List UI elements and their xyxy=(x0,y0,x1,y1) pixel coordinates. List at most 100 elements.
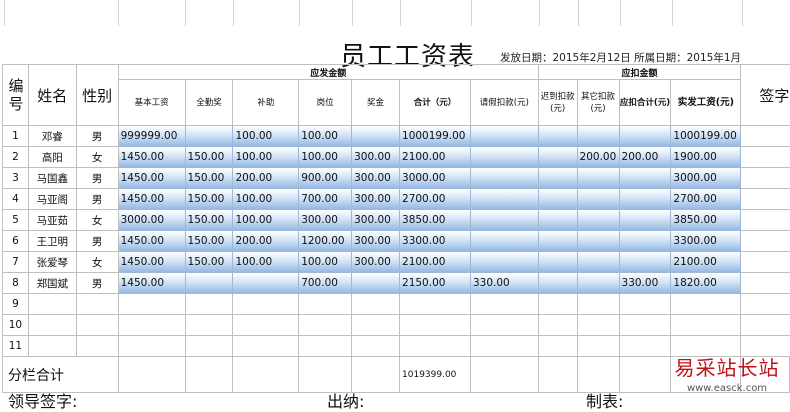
cell-name: 马亚阁 xyxy=(27,188,77,210)
header-deduct-total: 应扣合计(元) xyxy=(618,79,672,126)
cell-net: 2700.00 xyxy=(670,188,742,210)
cell-name: 高阳 xyxy=(27,146,77,168)
cell-gender: 女 xyxy=(75,251,119,273)
cell-no: 11 xyxy=(2,335,29,357)
cell-gender: 男 xyxy=(75,272,119,294)
cell-bonus: 300.00 xyxy=(351,167,401,189)
cell-base: 1450.00 xyxy=(117,146,186,168)
cell-leave xyxy=(469,125,539,147)
cell-base: 3000.00 xyxy=(117,209,186,231)
cell-bonus: 300.00 xyxy=(351,146,401,168)
cell-attendance: 150.00 xyxy=(184,188,234,210)
cell-late xyxy=(537,272,578,294)
cell-gender: 男 xyxy=(75,188,119,210)
cell-bonus xyxy=(351,125,401,147)
cell-leave xyxy=(469,209,539,231)
cell-no: 8 xyxy=(2,272,29,294)
header-net: 实发工资(元) xyxy=(670,79,742,126)
table-row: 6 王卫明 男 1450.00 150.00 200.00 1200.00 300.00 3… xyxy=(2,230,790,252)
cell-leave xyxy=(469,230,539,252)
cell-leave xyxy=(469,146,539,168)
cell-late xyxy=(537,209,578,231)
cell-post: 100.00 xyxy=(298,251,353,273)
header-late: 迟到扣款(元) xyxy=(537,79,578,126)
cell-net: 1900.00 xyxy=(670,146,742,168)
cell-late xyxy=(537,251,578,273)
table-row: 7 张爱琴 女 1450.00 150.00 100.00 100.00 300.00 21… xyxy=(2,251,790,273)
cell-subtotal: 3300.00 xyxy=(399,230,471,252)
cell-leave xyxy=(469,188,539,210)
cell-net: 1820.00 xyxy=(670,272,742,294)
cell-sign xyxy=(740,209,790,231)
cell-name: 郑国斌 xyxy=(27,272,77,294)
cell-base: 1450.00 xyxy=(117,188,186,210)
cell-post: 100.00 xyxy=(298,146,353,168)
cell-attendance: 150.00 xyxy=(184,209,234,231)
footer-leader-sign: 领导签字: xyxy=(8,392,78,411)
cell-subsidy: 100.00 xyxy=(232,125,300,147)
cell-attendance: 150.00 xyxy=(184,167,234,189)
cell-subsidy: 100.00 xyxy=(232,251,300,273)
cell-bonus: 300.00 xyxy=(351,188,401,210)
cell-deduct-total xyxy=(618,251,672,273)
cell-no: 5 xyxy=(2,209,29,231)
cell-subsidy: 100.00 xyxy=(232,188,300,210)
cell-deduct-total: 200.00 xyxy=(618,146,672,168)
cell-other xyxy=(576,209,620,231)
cell-post: 900.00 xyxy=(298,167,353,189)
cell-subtotal: 3850.00 xyxy=(399,209,471,231)
header-no: 编号 xyxy=(2,64,29,126)
cell-name: 张爱琴 xyxy=(27,251,77,273)
cell-sign xyxy=(740,272,790,294)
cell-subtotal: 2700.00 xyxy=(399,188,471,210)
cell-other xyxy=(576,230,620,252)
cell-leave xyxy=(469,251,539,273)
cell-other: 200.00 xyxy=(576,146,620,168)
table-row: 9 xyxy=(2,293,790,315)
cell-subsidy: 200.00 xyxy=(232,230,300,252)
table-row: 4 马亚阁 男 1450.00 150.00 100.00 700.00 300.00 27… xyxy=(2,188,790,210)
cell-deduct-total xyxy=(618,209,672,231)
cell-no: 3 xyxy=(2,167,29,189)
cell-subtotal: 1000199.00 xyxy=(399,125,471,147)
cell-subtotal: 2100.00 xyxy=(399,251,471,273)
cell-no: 2 xyxy=(2,146,29,168)
table-row: 10 xyxy=(2,314,790,336)
cell-post: 1200.00 xyxy=(298,230,353,252)
cell-no: 4 xyxy=(2,188,29,210)
cell-sign xyxy=(740,188,790,210)
issue-date: 发放日期：2015年2月12日 所属日期：2015年1月 xyxy=(500,52,742,64)
cell-sign xyxy=(740,251,790,273)
cell-late xyxy=(537,230,578,252)
table-row: 2 高阳 女 1450.00 150.00 100.00 100.00 300.00 210… xyxy=(2,146,790,168)
cell-no: 1 xyxy=(2,125,29,147)
watermark: 易采站长站 www.easck.com xyxy=(664,352,790,394)
header-bonus: 奖金 xyxy=(351,79,401,126)
cell-gender: 男 xyxy=(75,125,119,147)
watermark-url: www.easck.com xyxy=(686,383,768,394)
cell-leave xyxy=(469,167,539,189)
cell-no: 9 xyxy=(2,293,29,315)
header-payable-group: 应发金额 xyxy=(117,64,539,80)
cell-base: 1450.00 xyxy=(117,251,186,273)
cell-gender: 男 xyxy=(75,230,119,252)
table-row: 1 邓睿 男 999999.00 100.00 100.00 1000199.00 100… xyxy=(2,125,790,147)
table-row: 5 马亚茹 女 3000.00 150.00 100.00 300.00 300.00 38… xyxy=(2,209,790,231)
cell-post: 300.00 xyxy=(298,209,353,231)
cell-attendance xyxy=(184,125,234,147)
cell-net: 3850.00 xyxy=(670,209,742,231)
table-row: 3 马国鑫 男 1450.00 150.00 200.00 900.00 300.00 30… xyxy=(2,167,790,189)
cell-other xyxy=(576,188,620,210)
salary-table: 编号 姓名 性别 应发金额 应扣金额 签字 基本工资 全勤奖 补助 岗位 奖金 … xyxy=(2,64,790,393)
cell-bonus: 300.00 xyxy=(351,209,401,231)
cell-sign xyxy=(740,230,790,252)
cell-sign xyxy=(740,125,790,147)
cell-subsidy xyxy=(232,272,300,294)
cell-deduct-total: 330.00 xyxy=(618,272,672,294)
cell-net: 2100.00 xyxy=(670,251,742,273)
cell-subsidy: 100.00 xyxy=(232,209,300,231)
header-other: 其它扣款(元) xyxy=(576,79,620,126)
cell-name: 马亚茹 xyxy=(27,209,77,231)
cell-name: 王卫明 xyxy=(27,230,77,252)
cell-other xyxy=(576,125,620,147)
